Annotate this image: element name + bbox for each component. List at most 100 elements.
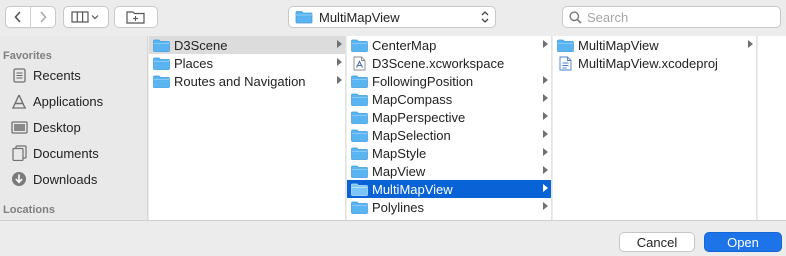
item-label: MultiMapView [578, 37, 659, 53]
disclosure-arrow-icon [337, 76, 342, 84]
disclosure-arrow-icon [543, 184, 548, 192]
list-item[interactable]: Polylines [347, 198, 551, 216]
search-input[interactable] [587, 9, 767, 25]
sidebar-item-downloads[interactable]: Downloads [0, 166, 147, 192]
disclosure-arrow-icon [337, 40, 342, 48]
list-item[interactable]: MapPerspective [347, 108, 551, 126]
item-label: MapSelection [372, 127, 451, 143]
search-field[interactable] [562, 6, 781, 28]
locations-heading: Locations [3, 204, 55, 216]
applications-icon [10, 93, 28, 109]
disclosure-arrow-icon [543, 76, 548, 84]
cancel-button[interactable]: Cancel [619, 232, 695, 252]
folder-icon [557, 38, 574, 52]
item-label: Routes and Navigation [174, 73, 306, 89]
list-item[interactable]: MultiMapView.xcodeproj [553, 54, 756, 72]
navigation-buttons [5, 6, 56, 28]
workspace-file-icon [351, 56, 368, 70]
sidebar-item-label: Documents [33, 145, 99, 161]
sidebar-item-recents[interactable]: Recents [0, 62, 147, 88]
forward-button[interactable] [30, 7, 55, 27]
disclosure-arrow-icon [543, 166, 548, 174]
list-item[interactable]: Places [149, 54, 345, 72]
sidebar-item-label: Recents [33, 67, 81, 83]
list-item[interactable]: MapStyle [347, 144, 551, 162]
recents-icon [10, 67, 28, 83]
folder-icon [351, 200, 368, 214]
folder-icon [153, 56, 170, 70]
back-button[interactable] [6, 7, 30, 27]
disclosure-arrow-icon [748, 40, 753, 48]
location-label: MultiMapView [319, 9, 400, 25]
disclosure-arrow-icon [543, 40, 548, 48]
item-label: MapStyle [372, 145, 427, 161]
item-label: FollowingPosition [372, 73, 474, 89]
item-label: MapView [372, 163, 426, 179]
chevron-left-icon [14, 11, 21, 23]
chevron-right-icon [40, 11, 47, 23]
sidebar: Favorites Recents Applications Desktop D… [0, 36, 148, 220]
favorites-heading: Favorites [3, 50, 52, 62]
list-item[interactable]: MapCompass [347, 90, 551, 108]
folder-icon [351, 92, 368, 106]
item-label: D3Scene [174, 37, 228, 53]
sidebar-item-label: Downloads [33, 171, 98, 187]
view-mode-cell [64, 7, 108, 27]
folder-icon [351, 74, 368, 88]
list-item[interactable]: D3Scene.xcworkspace [347, 54, 551, 72]
item-label: D3Scene.xcworkspace [372, 55, 505, 71]
folder-icon [351, 38, 368, 52]
folder-icon [153, 38, 170, 52]
folder-icon [351, 128, 368, 142]
desktop-icon [10, 119, 28, 135]
browser-column-2: CenterMap D3Scene.xcworkspace FollowingP… [347, 36, 552, 220]
list-item-selected[interactable]: MultiMapView [347, 180, 551, 198]
view-mode-button[interactable] [63, 6, 109, 28]
downloads-icon [10, 171, 28, 187]
browser-column-1: D3Scene Places Routes and Navigation [149, 36, 346, 220]
disclosure-arrow-icon [543, 130, 548, 138]
list-item[interactable]: D3Scene [149, 36, 345, 54]
dialog-footer: Cancel Open [0, 220, 786, 256]
search-icon [569, 10, 582, 24]
sidebar-item-label: Desktop [33, 119, 81, 135]
updown-chevron-icon [481, 9, 489, 26]
new-folder-button[interactable] [114, 6, 158, 28]
sidebar-item-applications[interactable]: Applications [0, 88, 147, 114]
list-item[interactable]: MapSelection [347, 126, 551, 144]
list-item[interactable]: Routes and Navigation [149, 72, 345, 90]
xcodeproj-file-icon [557, 56, 574, 70]
item-label: CenterMap [372, 37, 437, 53]
location-popup[interactable]: MultiMapView [288, 6, 496, 28]
sidebar-item-documents[interactable]: Documents [0, 140, 147, 166]
disclosure-arrow-icon [543, 202, 548, 210]
disclosure-arrow-icon [337, 58, 342, 66]
folder-icon [351, 182, 368, 196]
folder-icon [153, 74, 170, 88]
list-item[interactable]: MapView [347, 162, 551, 180]
folder-icon [351, 164, 368, 178]
browser-column-4 [758, 36, 786, 220]
list-item[interactable]: MultiMapView [553, 36, 756, 54]
item-label: MultiMapView [372, 181, 453, 197]
disclosure-arrow-icon [543, 112, 548, 120]
folder-icon [351, 110, 368, 124]
item-label: MapPerspective [372, 109, 466, 125]
list-item[interactable]: CenterMap [347, 36, 551, 54]
disclosure-arrow-icon [543, 94, 548, 102]
folder-icon [351, 146, 368, 160]
item-label: Polylines [372, 199, 425, 215]
item-label: MultiMapView.xcodeproj [578, 55, 718, 71]
disclosure-arrow-icon [543, 148, 548, 156]
column-view-icon [71, 11, 99, 23]
browser-column-3: MultiMapView MultiMapView.xcodeproj [553, 36, 757, 220]
sidebar-item-desktop[interactable]: Desktop [0, 114, 147, 140]
item-label: MapCompass [372, 91, 453, 107]
list-item[interactable]: FollowingPosition [347, 72, 551, 90]
sidebar-item-label: Applications [33, 93, 104, 109]
documents-icon [10, 145, 28, 161]
open-button[interactable]: Open [704, 232, 782, 252]
item-label: Places [174, 55, 214, 71]
toolbar: MultiMapView [0, 0, 786, 36]
folder-icon [295, 11, 313, 24]
